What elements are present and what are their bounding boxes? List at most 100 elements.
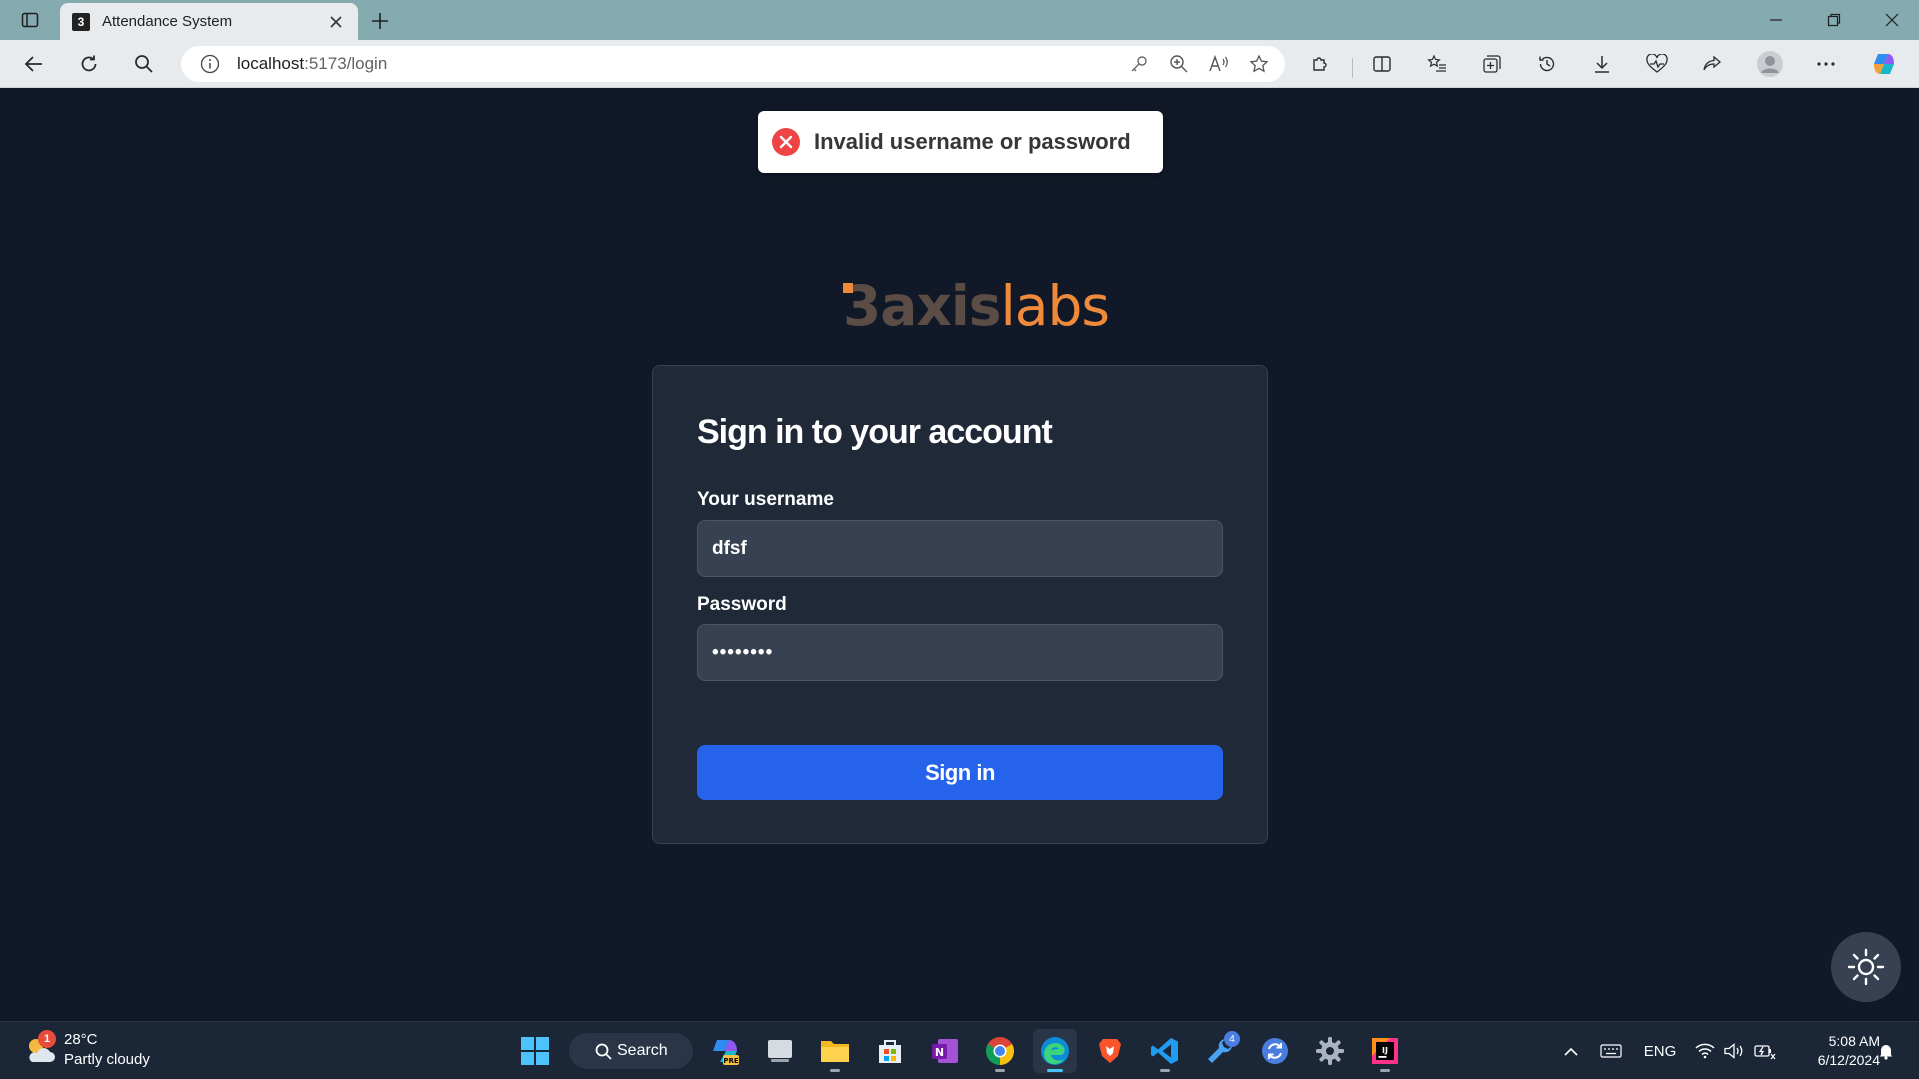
onenote-icon: N bbox=[932, 1039, 958, 1063]
taskbar-store[interactable] bbox=[868, 1029, 912, 1073]
favorite-star-button[interactable] bbox=[1239, 48, 1279, 80]
error-toast: Invalid username or password bbox=[758, 111, 1163, 173]
taskbar-settings[interactable] bbox=[1308, 1029, 1352, 1073]
search-icon bbox=[135, 55, 153, 73]
url-text[interactable]: localhost:5173/login bbox=[237, 54, 1119, 74]
taskbar-onenote[interactable]: N bbox=[923, 1029, 967, 1073]
intellij-icon: IJ bbox=[1372, 1038, 1398, 1064]
keyboard-icon bbox=[1600, 1044, 1622, 1058]
toolbar-divider bbox=[1352, 58, 1353, 78]
taskbar-intellij[interactable]: IJ bbox=[1363, 1029, 1407, 1073]
password-key-button[interactable] bbox=[1119, 48, 1159, 80]
battery-tray-button[interactable] bbox=[1752, 1022, 1778, 1079]
more-dots-icon bbox=[1817, 62, 1835, 66]
split-screen-icon bbox=[1373, 56, 1391, 72]
keyboard-tray-button[interactable] bbox=[1598, 1022, 1624, 1079]
weather-badge: 1 bbox=[38, 1030, 56, 1048]
login-title: Sign in to your account bbox=[697, 413, 1053, 451]
bell-icon bbox=[1879, 1045, 1893, 1060]
gear-icon bbox=[1316, 1037, 1344, 1065]
username-label: Your username bbox=[697, 489, 834, 510]
search-icon bbox=[595, 1043, 612, 1060]
taskbar-chrome[interactable] bbox=[978, 1029, 1022, 1073]
url-host: localhost bbox=[237, 54, 305, 73]
collections-button[interactable] bbox=[1474, 48, 1510, 80]
logo-labs-text: labs bbox=[1000, 274, 1110, 338]
history-button[interactable] bbox=[1529, 48, 1565, 80]
zoom-button[interactable] bbox=[1159, 48, 1199, 80]
chevron-up-icon bbox=[1564, 1047, 1578, 1056]
volume-tray-button[interactable] bbox=[1722, 1022, 1748, 1079]
brave-icon bbox=[1099, 1039, 1121, 1063]
vscode-icon bbox=[1151, 1038, 1178, 1064]
tab-close-button[interactable] bbox=[326, 12, 346, 32]
search-tab-button[interactable] bbox=[126, 48, 162, 80]
weather-desc: Partly cloudy bbox=[64, 1051, 150, 1068]
new-tab-button[interactable] bbox=[366, 7, 394, 35]
weather-widget[interactable]: 1 28°C Partly cloudy bbox=[22, 1030, 150, 1070]
minimize-button[interactable] bbox=[1748, 0, 1804, 40]
taskbar-clock[interactable]: 5:08 AM 6/12/2024 bbox=[1790, 1032, 1880, 1070]
username-input[interactable]: dfsf bbox=[697, 520, 1223, 577]
search-label: Search bbox=[617, 1042, 668, 1059]
tab-actions-button[interactable] bbox=[12, 8, 48, 32]
browser-tab-active[interactable]: 3 Attendance System bbox=[60, 3, 358, 40]
split-screen-button[interactable] bbox=[1364, 48, 1400, 80]
copilot-button[interactable] bbox=[1866, 48, 1902, 80]
svg-text:N: N bbox=[935, 1046, 944, 1059]
taskbar-task-view[interactable] bbox=[758, 1029, 802, 1073]
favorites-button[interactable] bbox=[1419, 48, 1455, 80]
extensions-button[interactable] bbox=[1302, 48, 1338, 80]
download-icon bbox=[1595, 56, 1609, 73]
running-indicator bbox=[830, 1069, 840, 1072]
language-indicator[interactable]: ENG bbox=[1640, 1022, 1680, 1079]
downloads-button[interactable] bbox=[1584, 48, 1620, 80]
url-path: :5173/login bbox=[304, 54, 388, 73]
active-indicator bbox=[1047, 1069, 1063, 1072]
more-menu-button[interactable] bbox=[1808, 48, 1844, 80]
restore-button[interactable] bbox=[1806, 0, 1862, 40]
sign-in-button[interactable]: Sign in bbox=[697, 745, 1223, 800]
taskbar-copilot-preview[interactable]: PRE bbox=[703, 1029, 747, 1073]
svg-text:IJ: IJ bbox=[1382, 1046, 1388, 1055]
wifi-icon bbox=[1695, 1043, 1715, 1059]
back-button[interactable] bbox=[16, 48, 52, 80]
read-aloud-button[interactable] bbox=[1199, 48, 1239, 80]
partly-cloudy-icon: 1 bbox=[22, 1030, 58, 1068]
store-icon bbox=[879, 1040, 901, 1063]
clock-date: 6/12/2024 bbox=[1817, 1052, 1880, 1068]
show-hidden-icons-button[interactable] bbox=[1560, 1022, 1582, 1079]
notifications-button[interactable] bbox=[1874, 1022, 1898, 1079]
browser-essentials-button[interactable] bbox=[1639, 48, 1675, 80]
site-info-icon[interactable] bbox=[199, 53, 221, 75]
taskbar-search[interactable]: Search bbox=[569, 1033, 693, 1069]
share-button[interactable] bbox=[1694, 48, 1730, 80]
task-view-icon bbox=[768, 1040, 792, 1062]
copilot-pre-icon: PRE bbox=[713, 1040, 739, 1065]
key-icon bbox=[1131, 56, 1147, 72]
taskbar-edge[interactable] bbox=[1033, 1029, 1077, 1073]
taskbar-sync-app[interactable] bbox=[1253, 1029, 1297, 1073]
profile-button[interactable] bbox=[1752, 48, 1788, 80]
page-viewport: Invalid username or password 3 axis labs S… bbox=[0, 89, 1919, 1021]
company-logo: 3 axis labs bbox=[843, 274, 1110, 338]
chrome-icon bbox=[986, 1037, 1014, 1065]
close-window-button[interactable] bbox=[1864, 0, 1919, 40]
close-window-icon bbox=[1885, 13, 1899, 27]
wifi-tray-button[interactable] bbox=[1692, 1022, 1718, 1079]
theme-toggle-button[interactable] bbox=[1831, 932, 1901, 1002]
history-icon bbox=[1539, 56, 1555, 72]
sun-icon bbox=[1847, 948, 1885, 986]
tab-actions-icon bbox=[21, 12, 39, 28]
taskbar-brave[interactable] bbox=[1088, 1029, 1132, 1073]
refresh-button[interactable] bbox=[71, 48, 107, 80]
taskbar-tool-app[interactable]: 4 bbox=[1198, 1029, 1242, 1073]
start-button[interactable] bbox=[513, 1029, 557, 1073]
taskbar-file-explorer[interactable] bbox=[813, 1029, 857, 1073]
read-aloud-icon bbox=[1209, 54, 1228, 72]
address-bar[interactable]: localhost:5173/login bbox=[181, 46, 1285, 82]
puzzle-icon bbox=[1313, 57, 1327, 71]
password-input[interactable]: •••••••• bbox=[697, 624, 1223, 681]
taskbar-vscode[interactable] bbox=[1143, 1029, 1187, 1073]
back-arrow-icon bbox=[24, 56, 42, 72]
